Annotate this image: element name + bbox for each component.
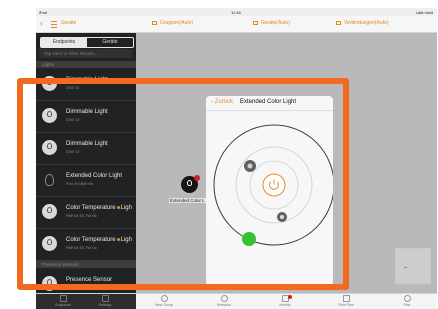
nav-title: Geräte	[61, 20, 77, 26]
status-bar: iPad 11:48 Lädt nicht	[36, 8, 437, 16]
tab-label: Geräte(Auto)	[261, 20, 290, 26]
toolbar-new-group[interactable]: New Group	[147, 295, 181, 309]
toolbar-plan[interactable]: Plan	[390, 295, 424, 309]
highlight-frame	[17, 78, 349, 290]
notification-badge	[288, 295, 292, 299]
toolbar-selection[interactable]: Selection	[207, 295, 241, 309]
flow-plan-icon	[342, 295, 350, 302]
selection-icon	[220, 295, 228, 302]
endpoints-icon	[59, 295, 67, 302]
tab-devices[interactable]: Geräte(Auto)	[253, 20, 290, 26]
toolbar-label: Selection	[216, 303, 232, 307]
top-navigation-bar: ‹ Geräte Gruppen(Auto) Geräte(Auto) Verb…	[36, 16, 437, 33]
toolbar-endpoints[interactable]: Endpoints	[46, 295, 80, 309]
tab-connections[interactable]: Verbindungen(Auto)	[336, 20, 388, 26]
tab-label: Verbindungen(Auto)	[344, 20, 389, 26]
tab-groups[interactable]: Gruppen(Auto)	[152, 20, 193, 26]
segment-devices[interactable]: Geräte	[87, 38, 133, 47]
segment-control: Endpoints Geräte	[40, 37, 134, 48]
toolbar-settings[interactable]: Settings	[88, 295, 122, 309]
toolbar-label: Flow Plan	[338, 303, 354, 307]
settings-icon	[101, 295, 109, 302]
filter-input[interactable]: Tap Here to Filter Results...	[39, 49, 133, 58]
tab-icon	[253, 21, 258, 25]
add-circle-icon	[160, 295, 168, 302]
minimap[interactable]	[395, 248, 431, 284]
toolbar-flow-plan[interactable]: Flow Plan	[329, 295, 363, 309]
toolbar-label: New Group	[155, 303, 173, 307]
info-icon	[403, 295, 411, 302]
toolbar-label: Endpoints	[55, 303, 71, 307]
bottom-toolbar: Endpoints Settings New Group Selection I…	[36, 293, 437, 309]
toolbar-identify[interactable]: Identify	[268, 295, 302, 309]
toolbar-label: Plan	[403, 303, 411, 307]
list-icon	[51, 21, 57, 28]
segment-endpoints[interactable]: Endpoints	[41, 38, 87, 47]
toolbar-label: Identify	[279, 303, 291, 307]
tab-icon	[336, 21, 341, 25]
toolbar-label: Settings	[98, 303, 112, 307]
back-chevron-icon[interactable]: ‹	[40, 18, 43, 28]
section-header-lights: Lights	[36, 61, 136, 68]
tab-label: Gruppen(Auto)	[160, 20, 194, 26]
carrier-label: iPad	[39, 9, 48, 15]
battery-status: Lädt nicht	[415, 9, 433, 15]
clock: 11:48	[231, 9, 241, 15]
tab-icon	[152, 21, 157, 25]
